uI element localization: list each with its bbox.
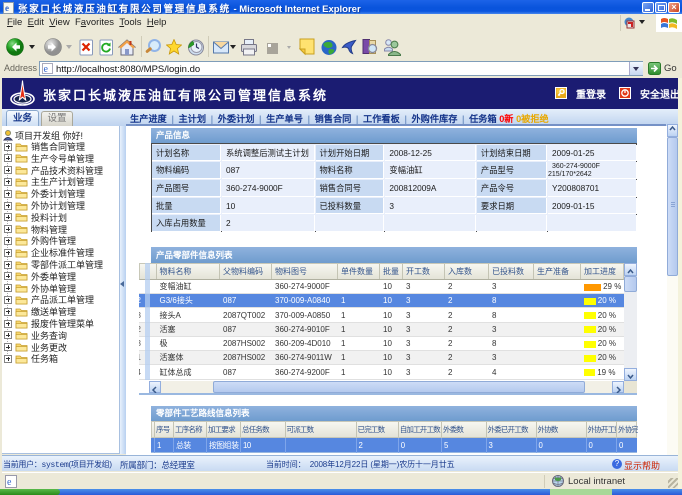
svg-text:e: e bbox=[44, 64, 49, 74]
svg-text:e: e bbox=[7, 477, 12, 488]
svg-text:e: e bbox=[5, 3, 9, 13]
